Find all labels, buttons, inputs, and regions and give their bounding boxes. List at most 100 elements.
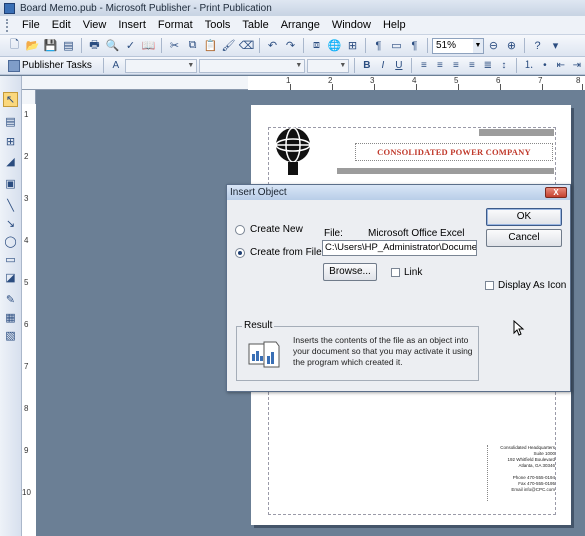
align-center-icon[interactable]: ≡: [433, 59, 447, 73]
research-icon[interactable]: 📖: [140, 37, 157, 54]
distribute-icon[interactable]: ≣: [481, 59, 495, 73]
line-spacing-icon[interactable]: ↕: [497, 59, 511, 73]
save-all-icon[interactable]: ▤: [60, 37, 77, 54]
ruler-label: 1: [286, 76, 291, 85]
menu-tools[interactable]: Tools: [199, 19, 237, 31]
create-new-radio[interactable]: [235, 224, 245, 235]
globe-logo-icon[interactable]: [271, 125, 315, 177]
align-right-icon[interactable]: ≡: [449, 59, 463, 73]
link-option[interactable]: Link: [391, 267, 422, 278]
item-from-content-library-icon[interactable]: ▧: [3, 328, 18, 343]
publisher-tasks-button[interactable]: Publisher Tasks: [6, 58, 98, 73]
vertical-ruler[interactable]: 1 2 3 4 5 6 7 8 9 10: [22, 90, 36, 536]
justify-icon[interactable]: ≡: [465, 59, 479, 73]
show-boundaries-icon[interactable]: ▭: [388, 37, 405, 54]
zoom-in-icon[interactable]: ⊕: [503, 37, 520, 54]
ruler-label: 9: [24, 446, 29, 455]
help-icon[interactable]: ?: [529, 37, 546, 54]
bring-to-front-icon[interactable]: ⧈: [308, 37, 325, 54]
increase-indent-icon[interactable]: ⇥: [570, 59, 584, 73]
font-dropdown[interactable]: ▼: [198, 58, 305, 73]
toolbar-separator: [259, 38, 260, 53]
wordart-icon[interactable]: ◢: [3, 154, 18, 169]
menu-window[interactable]: Window: [326, 19, 377, 31]
zoom-dropdown[interactable]: 51% ▼: [432, 37, 484, 54]
chevron-down-icon: ▼: [295, 61, 303, 69]
file-path-input[interactable]: C:\Users\HP_Administrator\Documents\: [322, 240, 477, 256]
menu-arrange[interactable]: Arrange: [275, 19, 326, 31]
decrease-indent-icon[interactable]: ⇤: [554, 59, 568, 73]
open-folder-icon[interactable]: 📂: [24, 37, 41, 54]
contact-info-textbox[interactable]: Consolidated Headquarters Suite 1000 192…: [487, 445, 557, 501]
numbering-icon[interactable]: ⒈: [522, 59, 536, 73]
special-characters-icon[interactable]: ¶: [370, 37, 387, 54]
autoshapes-icon[interactable]: ◪: [3, 270, 18, 285]
select-objects-icon[interactable]: ↖: [3, 92, 18, 107]
create-new-option[interactable]: Create New: [235, 224, 303, 235]
hot-spot-icon[interactable]: ✎: [3, 292, 18, 307]
menu-file[interactable]: File: [16, 19, 46, 31]
display-as-icon-option[interactable]: Display As Icon: [485, 280, 566, 291]
styles-icon[interactable]: A: [109, 59, 123, 73]
file-type-label: Microsoft Office Excel: [368, 228, 465, 239]
format-painter-icon[interactable]: 🖌: [220, 37, 237, 54]
copy-icon[interactable]: ⧉: [184, 37, 201, 54]
italic-icon[interactable]: I: [376, 59, 390, 73]
style-dropdown[interactable]: ▼: [124, 58, 197, 73]
arrow-icon[interactable]: ↘: [3, 216, 18, 231]
horizontal-ruler[interactable]: 1 2 3 4 5 6 7 8: [22, 76, 585, 90]
browse-button[interactable]: Browse...: [323, 263, 377, 281]
chevron-down-icon: ▼: [339, 61, 347, 69]
zoom-value: 51%: [436, 39, 457, 51]
result-group: Result Inserts the contents of the file …: [236, 320, 479, 381]
bold-icon[interactable]: B: [360, 59, 374, 73]
create-from-file-option[interactable]: Create from File: [235, 247, 322, 258]
line-icon[interactable]: ╲: [3, 198, 18, 213]
link-checkbox[interactable]: [391, 268, 400, 277]
cancel-button[interactable]: Cancel: [486, 229, 562, 247]
menu-view[interactable]: View: [77, 19, 113, 31]
align-left-icon[interactable]: ≡: [417, 59, 431, 73]
paste-icon[interactable]: 📋: [202, 37, 219, 54]
toolbar-separator: [515, 58, 517, 73]
close-icon[interactable]: X: [545, 187, 567, 198]
insert-table-icon[interactable]: ⊞: [3, 134, 18, 149]
cut-icon[interactable]: ✂: [166, 37, 183, 54]
insert-hyperlink-icon[interactable]: 🌐: [326, 37, 343, 54]
menu-insert[interactable]: Insert: [112, 19, 152, 31]
menubar-grip-handle[interactable]: [6, 18, 10, 32]
print-preview-icon[interactable]: 🔍: [104, 37, 121, 54]
spelling-icon[interactable]: ✓: [122, 37, 139, 54]
menu-table[interactable]: Table: [236, 19, 274, 31]
undo-icon[interactable]: ↶: [264, 37, 281, 54]
paragraph-mark-icon[interactable]: ¶: [406, 37, 423, 54]
menu-help[interactable]: Help: [377, 19, 412, 31]
toolbar-options-icon[interactable]: ▾: [547, 37, 564, 54]
insert-object-dialog: Insert Object X Create New Create from F…: [226, 184, 571, 392]
font-size-dropdown[interactable]: ▼: [306, 58, 349, 73]
new-document-icon[interactable]: 🗋: [6, 37, 23, 54]
print-icon[interactable]: 🖶: [86, 37, 103, 54]
underline-icon[interactable]: U: [392, 59, 406, 73]
redo-icon[interactable]: ↷: [282, 37, 299, 54]
design-gallery-icon[interactable]: ▦: [3, 310, 18, 325]
create-from-file-radio[interactable]: [235, 247, 245, 258]
display-as-icon-label: Display As Icon: [498, 280, 567, 291]
menu-edit[interactable]: Edit: [46, 19, 77, 31]
picture-frame-icon[interactable]: ▣: [3, 176, 18, 191]
ok-button[interactable]: OK: [486, 208, 562, 226]
insert-table-icon[interactable]: ⊞: [344, 37, 361, 54]
mouse-pointer-icon: [513, 320, 525, 336]
save-icon[interactable]: 💾: [42, 37, 59, 54]
menu-format[interactable]: Format: [152, 19, 199, 31]
oval-icon[interactable]: ◯: [3, 234, 18, 249]
rectangle-icon[interactable]: ▭: [3, 252, 18, 267]
company-name-textbox[interactable]: CONSOLIDATED POWER COMPANY: [355, 143, 553, 161]
window-titlebar: Board Memo.pub - Microsoft Publisher - P…: [0, 0, 585, 16]
zoom-out-icon[interactable]: ⊖: [485, 37, 502, 54]
bullets-icon[interactable]: •: [538, 59, 552, 73]
contact-line: Email info@CPC.com: [511, 487, 555, 492]
display-as-icon-checkbox[interactable]: [485, 281, 494, 290]
text-box-icon[interactable]: ▤: [3, 114, 18, 129]
clear-icon[interactable]: ⌫: [238, 37, 255, 54]
